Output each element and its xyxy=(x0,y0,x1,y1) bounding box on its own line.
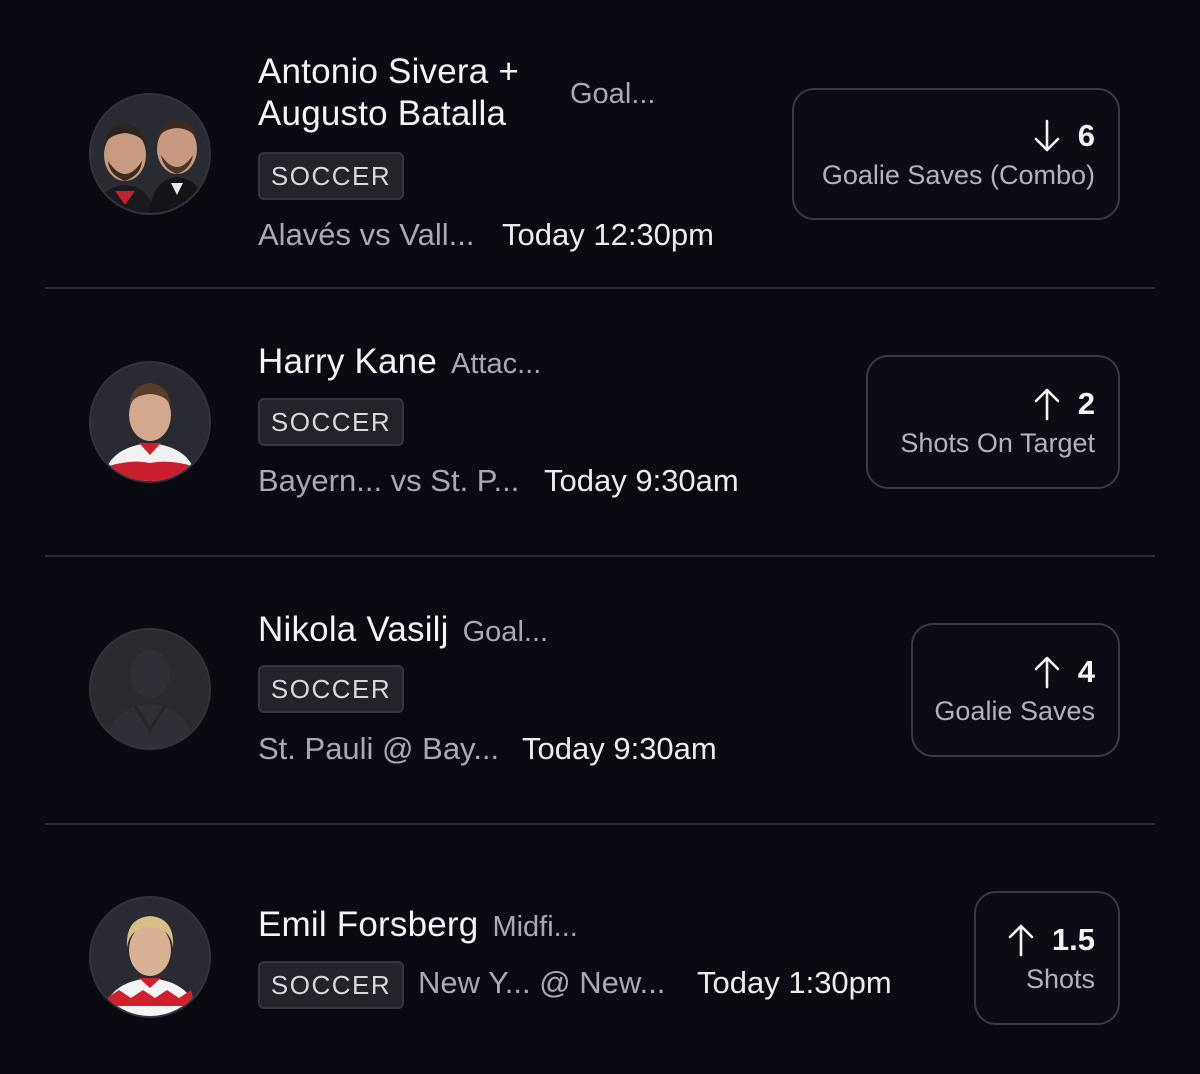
player-name: Harry Kane xyxy=(258,342,438,381)
player-position: Attac... xyxy=(451,348,542,380)
arrow-up-icon xyxy=(1034,655,1060,689)
row-divider xyxy=(45,823,1155,825)
prop-line-value: 6 xyxy=(1077,117,1095,153)
sport-badge: SOCCER xyxy=(258,398,404,446)
player-photo-icon xyxy=(91,898,209,1016)
arrow-up-icon xyxy=(1034,387,1060,421)
sport-badge: SOCCER xyxy=(258,152,404,200)
player-avatar xyxy=(89,361,211,483)
game-time: Today 12:30pm xyxy=(502,217,714,252)
prop-button[interactable]: 6 Goalie Saves (Combo) xyxy=(792,88,1120,220)
prop-button[interactable]: 4 Goalie Saves xyxy=(911,623,1120,757)
prop-line-value: 1.5 xyxy=(1051,921,1095,957)
prop-line-value: 4 xyxy=(1077,653,1095,689)
prop-stat-label: Goalie Saves xyxy=(934,695,1095,726)
sport-badge: SOCCER xyxy=(258,665,404,713)
arrow-up-icon xyxy=(1008,923,1034,957)
player-avatar xyxy=(89,896,211,1018)
player-photo-icon xyxy=(91,95,209,213)
matchup-text: St. Pauli @ Bay... xyxy=(258,731,500,766)
player-position: Goal... xyxy=(570,78,656,110)
player-name: Nikola Vasilj xyxy=(258,610,449,649)
prop-button[interactable]: 1.5 Shots xyxy=(974,891,1120,1025)
player-position: Midfi... xyxy=(492,911,578,943)
prop-stat-label: Shots On Target xyxy=(900,427,1095,458)
game-time: Today 1:30pm xyxy=(697,965,892,1000)
prop-stat-label: Goalie Saves (Combo) xyxy=(821,159,1095,190)
row-divider xyxy=(45,287,1155,289)
arrow-down-icon xyxy=(1034,119,1060,153)
prop-button[interactable]: 2 Shots On Target xyxy=(866,355,1120,489)
row-divider xyxy=(45,555,1155,557)
player-name: Emil Forsberg xyxy=(258,905,479,944)
prop-line-value: 2 xyxy=(1077,385,1095,421)
player-position: Goal... xyxy=(462,616,549,648)
matchup-text: Bayern... vs St. P... xyxy=(258,463,520,498)
prop-stat-label: Shots xyxy=(1025,963,1095,994)
game-time: Today 9:30am xyxy=(522,731,717,766)
avatar-placeholder-icon xyxy=(91,630,209,748)
player-photo-icon xyxy=(91,363,209,481)
player-name: Antonio Sivera + xyxy=(258,52,520,91)
matchup-text: New Y... @ New... xyxy=(418,965,666,1000)
sport-badge: SOCCER xyxy=(258,961,404,1009)
player-avatar xyxy=(89,628,211,750)
player-name: Augusto Batalla xyxy=(258,94,507,133)
matchup-text: Alavés vs Vall... xyxy=(258,217,475,252)
player-avatar xyxy=(89,93,211,215)
game-time: Today 9:30am xyxy=(544,463,739,498)
